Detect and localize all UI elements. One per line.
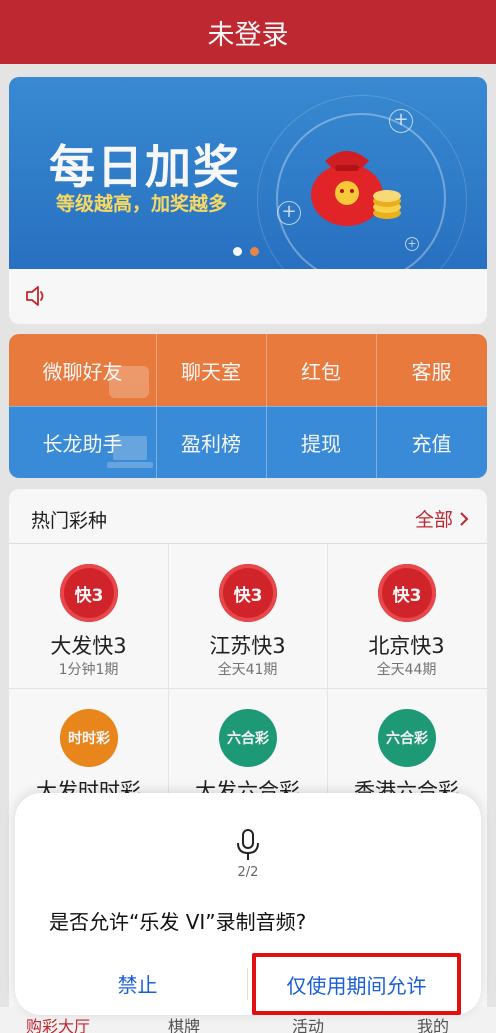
- microphone-icon: [237, 829, 259, 860]
- permission-dialog: 2/2 是否允许“乐发 VI”录制音频? 禁止 仅使用期间允许: [15, 793, 481, 1015]
- deny-button[interactable]: 禁止: [45, 957, 230, 1009]
- permission-message: 是否允许“乐发 VI”录制音频?: [49, 910, 307, 934]
- button-divider: [247, 968, 248, 1000]
- permission-counter: 2/2: [237, 865, 259, 880]
- allow-while-using-button[interactable]: 仅使用期间允许: [252, 953, 461, 1015]
